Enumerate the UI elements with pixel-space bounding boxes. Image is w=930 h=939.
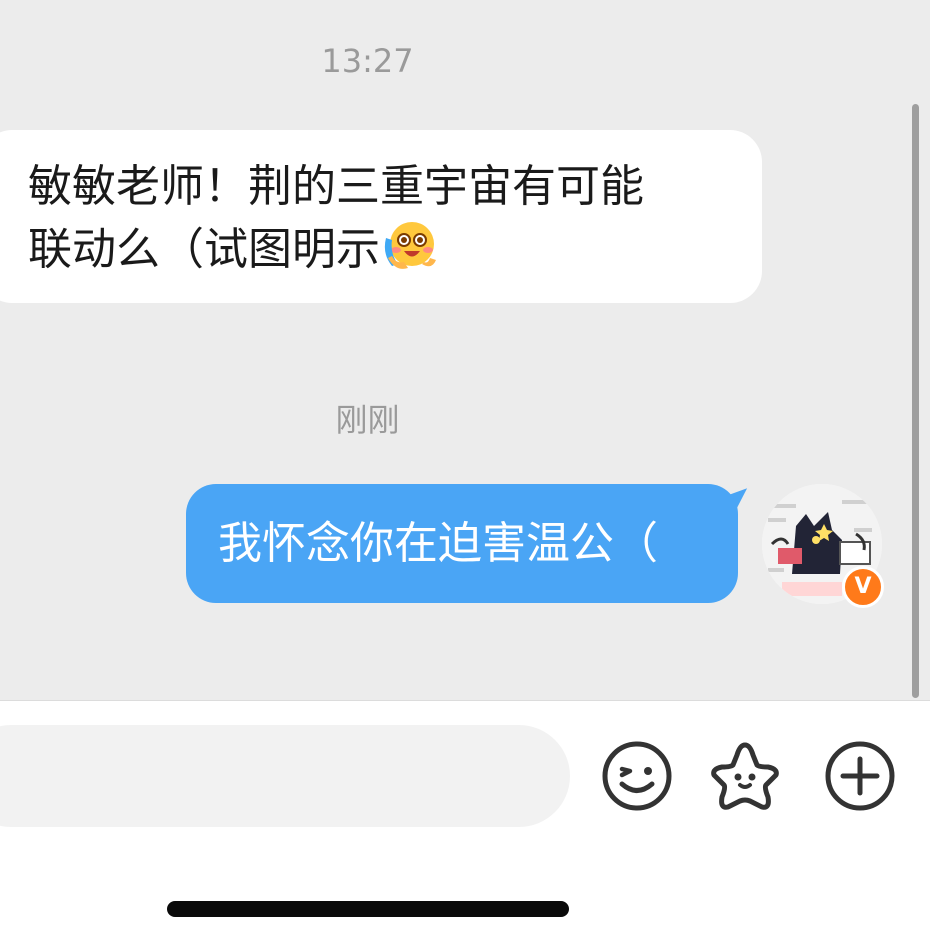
- incoming-message-line-2: 联动么（试图明示: [28, 218, 722, 281]
- verified-badge: V: [842, 566, 884, 608]
- outgoing-message-text: 我怀念你在迫害温公（: [218, 518, 658, 569]
- timestamp: 13:27: [321, 42, 414, 80]
- home-indicator[interactable]: [167, 901, 569, 917]
- outgoing-message-bubble[interactable]: 我怀念你在迫害温公（: [186, 484, 738, 603]
- incoming-message-line-1: 敏敏老师！荆的三重宇宙有可能: [28, 161, 644, 212]
- chat-area[interactable]: 13:27 敏敏老师！荆的三重宇宙有可能 联动么（试图明示 刚刚 我怀念你在迫害…: [0, 0, 930, 700]
- input-bar: [0, 700, 930, 939]
- avatar[interactable]: V: [762, 484, 884, 608]
- incoming-message-line-2-text: 联动么（试图明示: [28, 224, 380, 275]
- incoming-message-bubble[interactable]: 敏敏老师！荆的三重宇宙有可能 联动么（试图明示: [0, 130, 762, 303]
- scrollbar[interactable]: [912, 104, 919, 698]
- star-sticker-icon[interactable]: [708, 739, 782, 813]
- timestamp: 刚刚: [335, 401, 400, 439]
- hugging-face-emoji-icon: [382, 218, 436, 272]
- smiley-icon[interactable]: [600, 739, 674, 813]
- message-input[interactable]: [0, 725, 570, 827]
- plus-icon[interactable]: [823, 739, 897, 813]
